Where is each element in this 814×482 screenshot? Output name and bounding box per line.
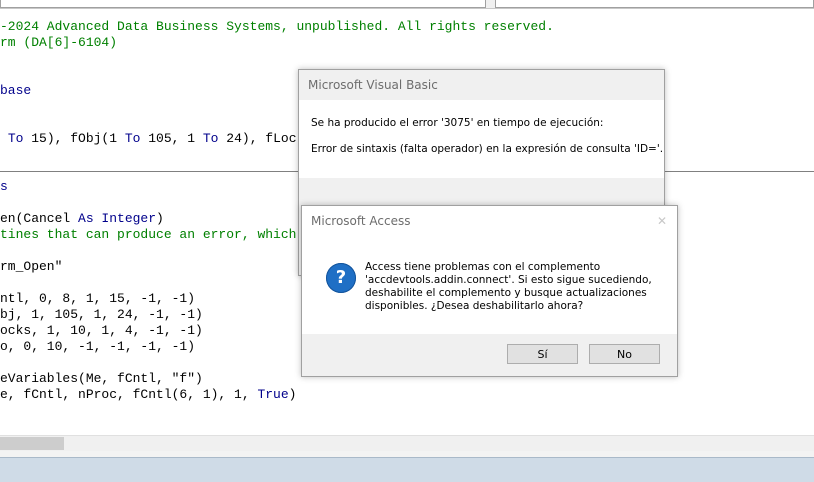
dialog-message: Access tiene problemas con el complement… — [365, 261, 665, 313]
error-number-text: Se ha producido el error '3075' en tiemp… — [311, 117, 604, 129]
code-text: ) — [288, 387, 297, 402]
code-line: ntl, 0, 8, 1, 15, -1, -1) — [0, 291, 195, 307]
message-line: disponibles. ¿Desea deshabilitarlo ahora… — [365, 300, 584, 312]
dialog-title: Microsoft Visual Basic — [299, 70, 664, 100]
no-button[interactable]: No — [589, 344, 660, 364]
code-text: eVariables(Me, fCntl, "f") — [0, 371, 203, 386]
code-line: eVariables(Me, fCntl, "f") — [0, 371, 203, 387]
code-keyword: s — [0, 179, 8, 194]
dialog-title: Microsoft Access — [302, 206, 677, 236]
code-line: o, 0, 10, -1, -1, -1, -1) — [0, 339, 195, 355]
dialog-body: Se ha producido el error '3075' en tiemp… — [299, 100, 664, 178]
error-description-text: Error de sintaxis (falta operador) en la… — [311, 143, 664, 155]
code-comment: tines that can produce an error, which — [0, 227, 297, 242]
code-line: ocks, 1, 10, 1, 4, -1, -1) — [0, 323, 203, 339]
code-text: ) — [156, 211, 164, 226]
code-text: o, 0, 10, -1, -1, -1, -1) — [0, 339, 196, 354]
code-text: ntl, 0, 8, 1, 15, -1, -1) — [0, 291, 196, 306]
question-icon: ? — [326, 263, 356, 293]
message-line: deshabilite el complemento y busque actu… — [365, 287, 647, 299]
code-text: bj, 1, 105, 1, 24, -1, -1) — [0, 307, 203, 322]
code-line: s — [0, 179, 8, 195]
object-combo[interactable] — [0, 0, 486, 8]
code-text: 15), fObj(1 — [23, 131, 125, 146]
taskbar — [0, 457, 814, 482]
code-comment: -2024 Advanced Data Business Systems, un… — [0, 19, 554, 34]
code-text: rm_Open" — [0, 259, 63, 274]
yes-button[interactable]: Sí — [507, 344, 578, 364]
code-line: -2024 Advanced Data Business Systems, un… — [0, 19, 554, 35]
message-line: Access tiene problemas con el complement… — [365, 261, 601, 273]
code-line: To 15), fObj(1 To 105, 1 To 24), fLoc — [0, 131, 297, 147]
code-line: tines that can produce an error, which — [0, 227, 296, 243]
code-text: en(Cancel — [0, 211, 79, 226]
code-keyword: As Integer — [78, 211, 157, 226]
code-comment: rm (DA[6]-6104) — [0, 35, 118, 50]
code-line: e, fCntl, nProc, fCntl(6, 1), 1, True) — [0, 387, 296, 403]
code-text: 105, 1 — [140, 131, 203, 146]
code-keyword: To — [202, 131, 219, 146]
code-keyword: True — [257, 387, 289, 402]
code-keyword: base — [0, 83, 32, 98]
code-line: rm_Open" — [0, 259, 62, 275]
code-keyword: To — [124, 131, 141, 146]
code-text: e, fCntl, nProc, fCntl(6, 1), 1, — [0, 387, 258, 402]
close-icon[interactable]: ✕ — [657, 214, 667, 228]
code-text: ocks, 1, 10, 1, 4, -1, -1) — [0, 323, 203, 338]
message-line: 'accdevtools.addin.connect'. Si esto sig… — [365, 274, 652, 286]
scrollbar-thumb[interactable] — [0, 437, 64, 450]
procedure-combo-bar — [0, 0, 814, 9]
access-dialog: Microsoft Access ✕ ? Access tiene proble… — [301, 205, 678, 377]
code-line: rm (DA[6]-6104) — [0, 35, 117, 51]
horizontal-scrollbar[interactable] — [0, 435, 814, 451]
code-text: 24), fLoc — [218, 131, 297, 146]
procedure-combo[interactable] — [495, 0, 814, 8]
code-line: bj, 1, 105, 1, 24, -1, -1) — [0, 307, 203, 323]
code-line: en(Cancel As Integer) — [0, 211, 164, 227]
code-line: base — [0, 83, 31, 99]
code-keyword: To — [7, 131, 24, 146]
